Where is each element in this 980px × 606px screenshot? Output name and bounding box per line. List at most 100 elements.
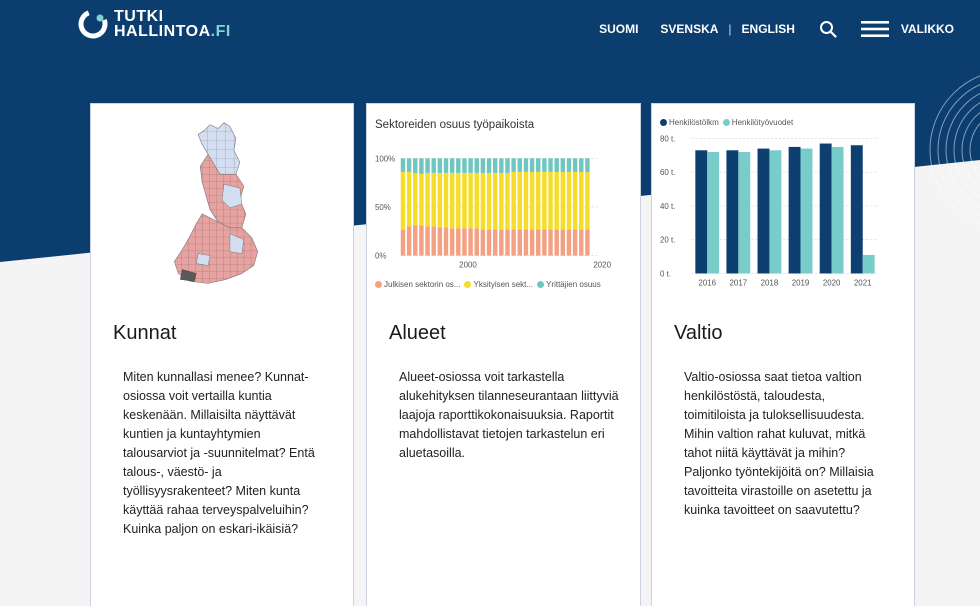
bar-segment <box>579 229 584 256</box>
bar-segment <box>449 172 455 229</box>
bar-segment <box>511 158 516 172</box>
bar-segment <box>579 171 584 230</box>
bar-segment <box>419 225 424 256</box>
logo-suffix: .FI <box>210 23 231 40</box>
bar-segment <box>419 158 424 174</box>
menu-label[interactable]: VALIKKO <box>901 22 954 36</box>
bar-segment <box>431 172 436 227</box>
card-kunnat[interactable]: Kunnat Miten kunnallasi menee? Kunnat-os… <box>90 103 354 606</box>
bar-segment <box>486 158 492 173</box>
card-valtio[interactable]: Henkilöstölkm Henkilötyövuodet 0 t. 20 t.… <box>651 103 915 606</box>
language-english-link[interactable]: ENGLISH <box>742 22 795 36</box>
bar-segment <box>492 229 498 256</box>
bar-segment <box>406 158 412 172</box>
bar-segment <box>468 158 473 173</box>
bar-segment <box>505 172 510 230</box>
bar <box>788 146 801 274</box>
bar <box>819 143 832 274</box>
bar-segment <box>585 171 590 230</box>
x-tick-label: 2020 <box>823 278 841 287</box>
bar-segment <box>542 171 547 230</box>
bar-segment <box>572 171 578 230</box>
bar-segment <box>462 228 467 256</box>
bar-segment <box>431 158 436 173</box>
bar-segment <box>566 158 572 172</box>
y-tick-label: 50% <box>375 203 391 212</box>
bar-segment <box>572 158 578 172</box>
header-nav: SUOMI SVENSKA | ENGLISH VALIKKO <box>599 20 954 38</box>
bar-segment <box>400 229 406 256</box>
bar-segment <box>462 158 467 173</box>
state-personnel-chart: 0 t. 20 t. 40 t. 60 t. 80 t. 2016 2017 2018 2019… <box>660 134 879 287</box>
bar-segment <box>437 227 443 256</box>
bar-segment <box>431 226 436 256</box>
bar-segment <box>456 172 461 229</box>
language-suomi-link[interactable]: SUOMI <box>599 22 638 36</box>
card-alueet[interactable]: Sektoreiden osuus työpaikoista 0% 50% 100%… <box>366 103 641 606</box>
card-title: Valtio <box>674 322 723 344</box>
bar-segment <box>536 158 541 172</box>
bar-segment <box>474 172 479 229</box>
hamburger-menu-icon[interactable] <box>860 20 889 38</box>
bar <box>757 148 770 274</box>
logo-text: TUTKI HALLINTOA.FI <box>114 9 231 40</box>
bar-segment <box>492 172 498 230</box>
bar-segment <box>554 158 559 172</box>
language-svenska-link[interactable]: SVENSKA <box>660 22 718 36</box>
y-tick-label: 20 t. <box>660 236 675 245</box>
bar-segment <box>560 158 566 172</box>
bar-segment <box>511 171 516 230</box>
bar-segment <box>560 171 566 230</box>
bar-segment <box>566 171 572 230</box>
bar-segment <box>443 227 449 256</box>
bar-segment <box>486 229 492 256</box>
bar <box>850 145 863 274</box>
bar-segment <box>425 226 430 256</box>
bar-segment <box>486 172 492 230</box>
bar <box>769 150 782 274</box>
bar <box>831 146 844 274</box>
bar-segment <box>413 158 418 173</box>
bar <box>707 151 720 274</box>
bar-segment <box>517 158 523 172</box>
bar-segment <box>536 229 541 256</box>
bar-segment <box>499 229 504 256</box>
bar-segment <box>474 158 479 173</box>
bar-segment <box>456 158 461 173</box>
legend-swatch-public <box>375 281 382 288</box>
bar-segment <box>548 158 553 172</box>
bar-segment <box>523 229 529 256</box>
bar-segment <box>511 229 516 256</box>
bar-segment <box>449 228 455 256</box>
bar-segment <box>560 229 566 256</box>
x-tick-label: 2018 <box>761 278 779 287</box>
bar <box>738 151 751 274</box>
legend-public-label: Julkisen sektorin os... <box>384 280 461 289</box>
card-description: Alueet-osiossa voit tarkastella alukehit… <box>399 370 619 460</box>
card-title: Kunnat <box>113 322 177 344</box>
bar-segment <box>413 172 418 226</box>
bar <box>862 254 875 274</box>
y-tick-label: 0% <box>375 252 386 261</box>
bar-segment <box>474 228 479 256</box>
x-tick-label: 2019 <box>792 278 810 287</box>
bar-segment <box>529 171 535 230</box>
language-separator: | <box>728 22 732 36</box>
x-tick-label: 2016 <box>698 278 716 287</box>
bar-segment <box>406 171 412 227</box>
bar-segment <box>585 158 590 172</box>
search-icon[interactable] <box>819 20 837 38</box>
bar-segment <box>517 229 523 256</box>
bar-segment <box>542 229 547 256</box>
card-description: Miten kunnallasi menee? Kunnat-osiossa v… <box>123 370 315 536</box>
bar-segment <box>456 228 461 256</box>
bar-segment <box>437 158 443 173</box>
bar-segment <box>554 171 559 230</box>
sector-share-chart: 0% 50% 100% 2000 2020 <box>375 154 612 269</box>
bar-segment <box>523 158 529 172</box>
top-navigation-bar: TUTKI HALLINTOA.FI SUOMI SVENSKA | ENGLI… <box>0 0 980 58</box>
bar-segment <box>542 158 547 172</box>
bar-segment <box>536 171 541 230</box>
site-logo[interactable]: TUTKI HALLINTOA.FI <box>78 9 231 40</box>
legend-swatch-private <box>464 281 472 288</box>
